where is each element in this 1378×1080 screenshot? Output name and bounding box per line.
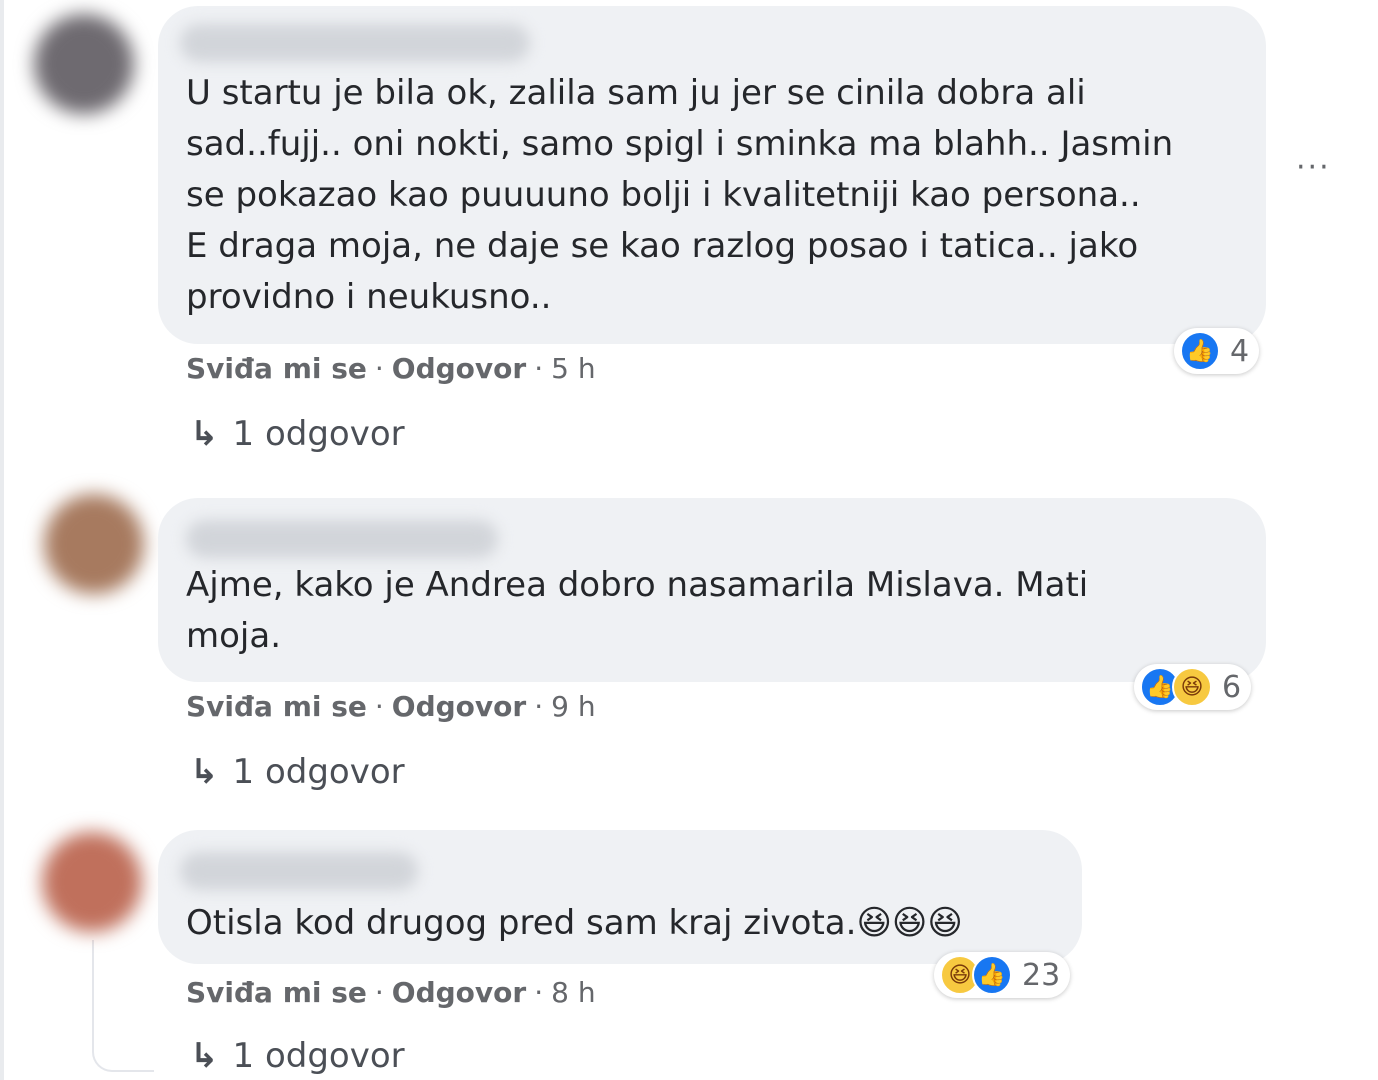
separator: · <box>534 690 544 723</box>
comment-text: Ajme, kako je Andrea dobro nasamarila Mi… <box>186 565 1089 656</box>
author-name-blurred[interactable] <box>180 852 418 890</box>
timestamp[interactable]: 8 h <box>551 976 595 1009</box>
like-icon: 👍 <box>1180 331 1220 371</box>
avatar[interactable] <box>34 14 134 114</box>
reply-link[interactable]: Odgovor <box>392 976 526 1009</box>
replies-count-label: 1 odgovor <box>232 752 405 792</box>
comment-bubble: U startu je bila ok, zalila sam ju jer s… <box>158 6 1266 344</box>
like-link[interactable]: Sviđa mi se <box>186 352 367 385</box>
comment-text: U startu je bila ok, zalila sam ju jer s… <box>186 73 1174 317</box>
avatar[interactable] <box>42 832 142 932</box>
reaction-count: 23 <box>1022 957 1061 993</box>
timestamp[interactable]: 9 h <box>551 690 595 723</box>
comment-text: Otisla kod drugog pred sam kraj zivota.😆… <box>186 903 963 943</box>
thread-line <box>92 940 154 1072</box>
comment-actions: Sviđa mi se · Odgovor · 8 h <box>186 976 596 1009</box>
like-link[interactable]: Sviđa mi se <box>186 976 367 1009</box>
separator: · <box>374 976 384 1009</box>
reactions-summary[interactable]: 👍 4 <box>1174 328 1260 374</box>
author-name-blurred[interactable] <box>180 24 530 62</box>
replies-count-label: 1 odgovor <box>232 414 405 454</box>
reply-arrow-icon: ↳ <box>190 1036 219 1076</box>
feed-edge <box>0 0 4 1080</box>
reaction-count: 4 <box>1230 333 1250 369</box>
reactions-summary[interactable]: 👍 😆 6 <box>1134 664 1252 710</box>
reply-arrow-icon: ↳ <box>190 752 219 792</box>
author-name-blurred[interactable] <box>186 520 498 558</box>
reply-link[interactable]: Odgovor <box>392 690 526 723</box>
reply-arrow-icon: ↳ <box>190 414 219 454</box>
separator: · <box>534 976 544 1009</box>
reaction-count: 6 <box>1222 669 1242 705</box>
like-link[interactable]: Sviđa mi se <box>186 690 367 723</box>
separator: · <box>374 352 384 385</box>
comment-actions: Sviđa mi se · Odgovor · 9 h <box>186 690 596 723</box>
reactions-summary[interactable]: 😆 👍 23 <box>934 952 1071 998</box>
like-icon: 👍 <box>972 955 1012 995</box>
separator: · <box>534 352 544 385</box>
comment-bubble: Otisla kod drugog pred sam kraj zivota.😆… <box>158 830 1082 964</box>
comment-bubble: Ajme, kako je Andrea dobro nasamarila Mi… <box>158 498 1266 682</box>
view-replies-link[interactable]: ↳ 1 odgovor <box>190 414 405 454</box>
timestamp[interactable]: 5 h <box>551 352 595 385</box>
avatar[interactable] <box>44 494 144 594</box>
reply-link[interactable]: Odgovor <box>392 352 526 385</box>
replies-count-label: 1 odgovor <box>232 1036 405 1076</box>
view-replies-link[interactable]: ↳ 1 odgovor <box>190 1036 405 1076</box>
more-options-button[interactable]: ··· <box>1296 150 1331 185</box>
view-replies-link[interactable]: ↳ 1 odgovor <box>190 752 405 792</box>
haha-icon: 😆 <box>1172 667 1212 707</box>
comment-actions: Sviđa mi se · Odgovor · 5 h <box>186 352 596 385</box>
separator: · <box>374 690 384 723</box>
